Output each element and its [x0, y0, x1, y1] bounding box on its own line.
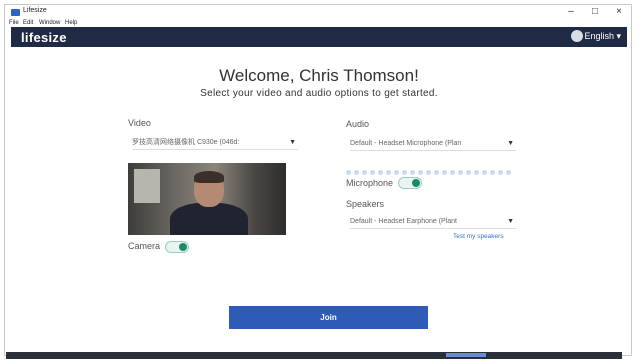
test-speakers-link[interactable]: Test my speakers	[453, 233, 504, 240]
video-device-value: 罗技高清网络摄像机 C930e (046d:	[132, 139, 240, 146]
close-button[interactable]: ×	[607, 5, 631, 19]
welcome-subtitle: Select your video and audio options to g…	[200, 88, 438, 99]
microphone-label: Microphone	[346, 178, 394, 188]
speakers-device-select[interactable]: Default - Headset Earphone (Plant ▼	[350, 216, 516, 229]
speakers-device-value: Default - Headset Earphone (Plant	[350, 218, 458, 225]
camera-preview	[128, 163, 286, 235]
app-header: lifesize English ▾	[11, 27, 627, 47]
video-device-select[interactable]: 罗技高清网络摄像机 C930e (046d: ▼	[132, 137, 298, 150]
footer-bar	[6, 352, 622, 359]
microphone-toggle[interactable]	[398, 177, 422, 189]
camera-label: Camera	[128, 241, 161, 251]
chevron-down-icon: ▼	[507, 218, 514, 225]
toggle-knob	[179, 243, 187, 251]
window-title: Lifesize	[23, 7, 47, 14]
app-icon	[11, 9, 20, 16]
video-label: Video	[128, 118, 151, 128]
microphone-device-value: Default - Headset Microphone (Plan	[350, 140, 462, 147]
camera-toggle[interactable]	[165, 241, 189, 253]
lifesize-logo: lifesize	[21, 30, 67, 45]
title-bar: Lifesize – □ ×	[5, 5, 631, 19]
menu-file[interactable]: File	[9, 20, 19, 26]
chevron-down-icon: ▼	[289, 139, 296, 146]
microphone-device-select[interactable]: Default - Headset Microphone (Plan ▼	[350, 138, 516, 151]
join-button[interactable]: Join	[229, 306, 428, 329]
globe-icon[interactable]	[571, 30, 583, 42]
menu-window[interactable]: Window	[39, 20, 60, 26]
menu-help[interactable]: Help	[65, 20, 77, 26]
minimize-button[interactable]: –	[559, 5, 583, 19]
chevron-down-icon: ▼	[507, 140, 514, 147]
welcome-title: Welcome, Chris Thomson!	[219, 66, 419, 85]
speakers-label: Speakers	[346, 199, 385, 209]
toggle-knob	[412, 179, 420, 187]
menu-edit[interactable]: Edit	[23, 20, 33, 26]
footer-link[interactable]	[446, 353, 486, 357]
microphone-level-meter	[346, 162, 522, 175]
maximize-button[interactable]: □	[583, 5, 607, 19]
language-selector[interactable]: English ▾	[584, 31, 621, 42]
app-window: Lifesize – □ × File Edit Window Help lif…	[4, 4, 632, 356]
audio-label: Audio	[346, 119, 370, 129]
